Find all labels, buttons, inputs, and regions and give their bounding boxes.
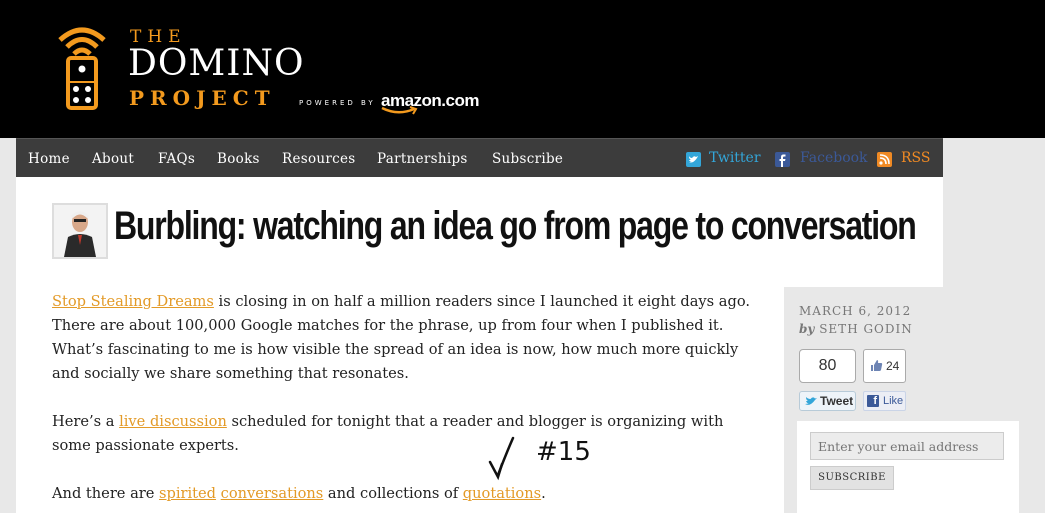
like-count-badge: 24	[863, 349, 906, 383]
annotation-label-text: #15	[536, 437, 591, 467]
post-author-line: by SETH GODIN	[799, 322, 913, 336]
paragraph-2-before: Here’s a	[52, 413, 120, 430]
paragraph-2: Here’s a live discussion scheduled for t…	[52, 410, 762, 458]
thumbs-up-icon	[871, 360, 883, 371]
logo-domino-text[interactable]: DOMINO	[128, 44, 304, 84]
conversations-link[interactable]: conversations	[221, 485, 324, 502]
facebook-link[interactable]: Facebook	[800, 150, 868, 166]
paragraph-3-before: And there are	[52, 485, 160, 502]
facebook-icon[interactable]	[775, 152, 790, 167]
domino-logo-icon[interactable]	[56, 22, 108, 112]
tweet-button-label: Tweet	[820, 394, 854, 408]
twitter-icon[interactable]	[686, 152, 701, 167]
like-button[interactable]: f Like	[863, 391, 906, 411]
paragraph-3-end: .	[541, 485, 546, 502]
logo-project-text: PROJECT	[129, 86, 276, 110]
site-header: THE DOMINO PROJECT POWERED BY amazon.com	[0, 0, 1045, 138]
quotations-link[interactable]: quotations	[463, 485, 541, 502]
nav-item-home[interactable]: Home	[28, 151, 70, 167]
post-author[interactable]: SETH GODIN	[819, 322, 913, 336]
nav-item-faqs[interactable]: FAQs	[158, 151, 195, 167]
rss-icon[interactable]	[877, 152, 892, 167]
annotation-label: #15	[536, 437, 591, 467]
email-field[interactable]	[810, 432, 1004, 460]
paragraph-3: And there are spirited conversations and…	[52, 482, 762, 506]
post-title: Burbling: watching an idea go from page …	[114, 204, 917, 248]
live-discussion-link[interactable]: live discussion	[119, 413, 227, 430]
tweet-count-badge: 80	[799, 349, 856, 383]
like-button-label: Like	[883, 395, 904, 407]
nav-item-partnerships[interactable]: Partnerships	[377, 151, 468, 167]
stop-stealing-dreams-link[interactable]: Stop Stealing Dreams	[52, 293, 214, 310]
annotation-arrow-icon: #15	[488, 436, 591, 481]
main-nav: Home About FAQs Books Resources Partners…	[16, 138, 943, 177]
nav-item-books[interactable]: Books	[217, 151, 260, 167]
nav-item-about[interactable]: About	[92, 151, 134, 167]
post-date: MARCH 6, 2012	[799, 304, 912, 318]
nav-item-resources[interactable]: Resources	[282, 151, 356, 167]
spirited-link[interactable]: spirited	[159, 485, 216, 502]
like-count: 24	[886, 359, 900, 373]
twitter-link[interactable]: Twitter	[709, 150, 761, 166]
nav-item-subscribe[interactable]: Subscribe	[492, 151, 563, 167]
subscribe-button[interactable]: SUBSCRIBE	[810, 466, 894, 490]
by-label: by	[799, 322, 815, 336]
powered-by-text: POWERED BY	[299, 99, 376, 107]
facebook-small-icon: f	[867, 395, 879, 407]
amazon-smile-icon	[381, 106, 418, 115]
twitter-bird-icon	[805, 397, 817, 405]
rss-link[interactable]: RSS	[901, 150, 930, 166]
author-avatar[interactable]	[52, 203, 108, 259]
paragraph-3-mid: and collections of	[323, 485, 463, 502]
tweet-button[interactable]: Tweet	[799, 391, 856, 411]
paragraph-1: Stop Stealing Dreams is closing in on ha…	[52, 290, 762, 386]
